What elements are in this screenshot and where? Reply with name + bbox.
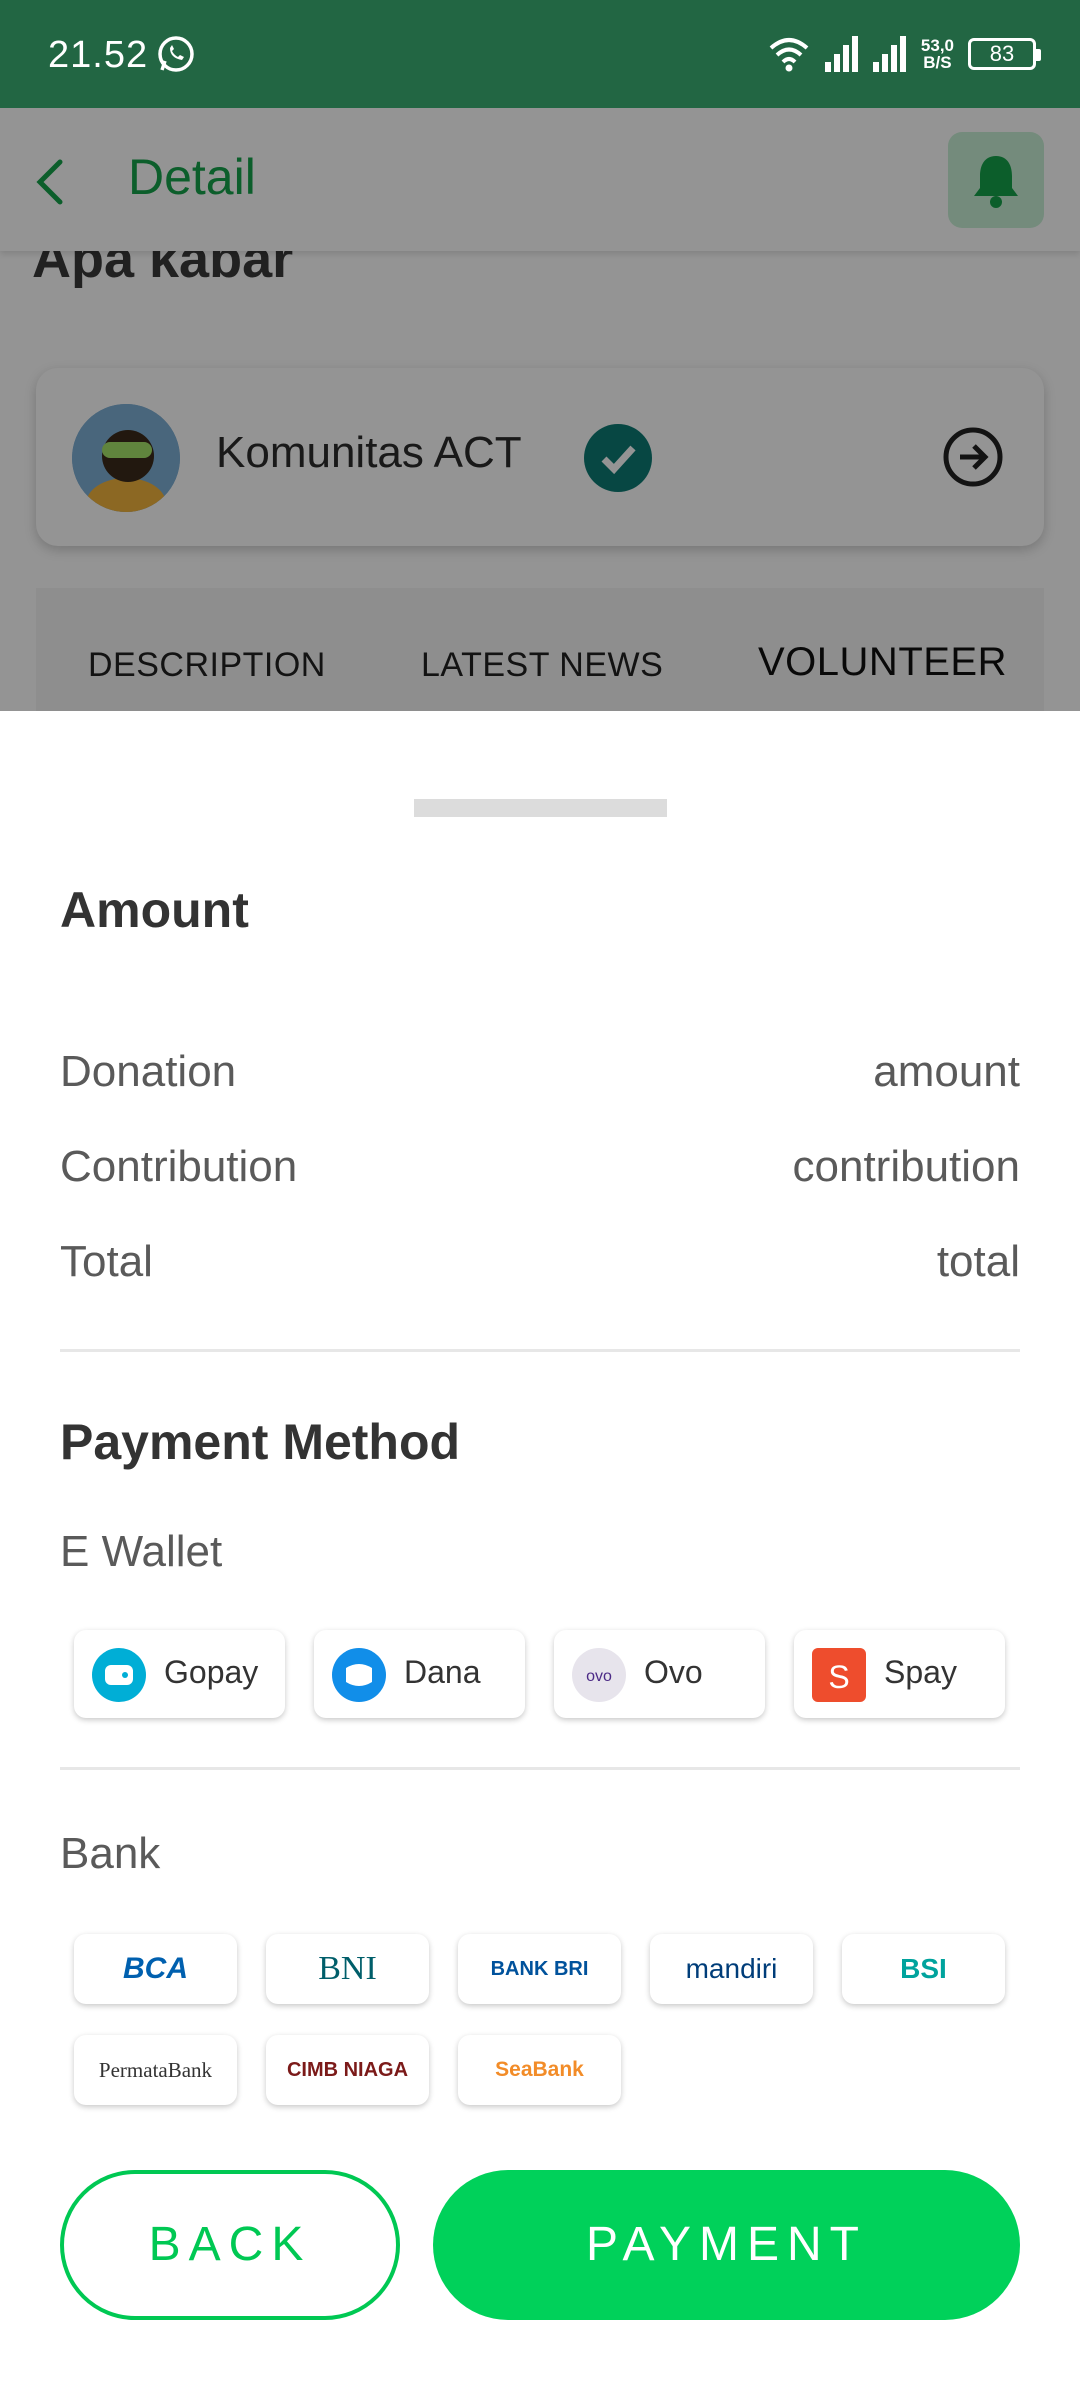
bank-option-permata[interactable]: PermataBank [74,2035,237,2105]
dana-icon [332,1648,386,1702]
wallet-option-spay[interactable]: S Spay [794,1630,1005,1718]
network-speed: 53,0 B/S [920,36,954,72]
payment-button[interactable]: PAYMENT [433,2170,1020,2320]
bank-option-mandiri[interactable]: mandiri [650,1934,813,2004]
battery-indicator: 83 [968,38,1041,70]
wallet-label: Ovo [644,1654,703,1690]
amount-heading: Amount [60,882,249,938]
whatsapp-icon [158,36,194,72]
status-bar: 21.52 53,0 B/S 83 [0,0,1080,108]
modal-scrim[interactable] [0,108,1080,711]
wallet-option-gopay[interactable]: Gopay [74,1630,285,1718]
payment-bottom-sheet: Amount Donation amount Contribution cont… [0,711,1080,2399]
bank-option-bri[interactable]: BANK BRI [458,1934,621,2004]
wallet-label: Dana [404,1654,481,1690]
wallet-label: Gopay [164,1654,259,1690]
gopay-icon [92,1648,146,1702]
wallet-label: Spay [884,1654,957,1690]
divider [60,1767,1020,1770]
donation-value: amount [873,1047,1020,1096]
bank-option-bni[interactable]: BNI [266,1934,429,2004]
bank-option-bca[interactable]: BCA [74,1934,237,2004]
total-label: Total [60,1237,153,1286]
contribution-label: Contribution [60,1142,298,1191]
wifi-icon [769,38,809,72]
status-icons: 53,0 B/S 83 [767,30,1041,78]
contribution-value: contribution [792,1142,1020,1191]
status-time: 21.52 [48,34,149,76]
svg-text:ovo: ovo [586,1668,612,1685]
signal-icon [824,36,858,72]
sheet-drag-handle[interactable] [414,799,667,817]
wallet-option-dana[interactable]: Dana [314,1630,525,1718]
svg-text:S: S [828,1659,849,1695]
signal-icon-2 [872,36,906,72]
ovo-icon: ovo [572,1648,626,1702]
wallet-option-ovo[interactable]: ovo Ovo [554,1630,765,1718]
total-value: total [936,1237,1020,1286]
divider [60,1349,1020,1352]
ewallet-heading: E Wallet [60,1527,223,1576]
bank-heading: Bank [60,1829,161,1878]
shopeepay-icon: S [812,1648,866,1702]
bank-option-seabank[interactable]: SeaBank [458,2035,621,2105]
bank-option-cimb-niaga[interactable]: CIMB NIAGA [266,2035,429,2105]
payment-method-heading: Payment Method [60,1414,461,1470]
back-button[interactable]: BACK [60,2170,400,2320]
bank-option-bsi[interactable]: BSI [842,1934,1005,2004]
donation-label: Donation [60,1047,237,1096]
